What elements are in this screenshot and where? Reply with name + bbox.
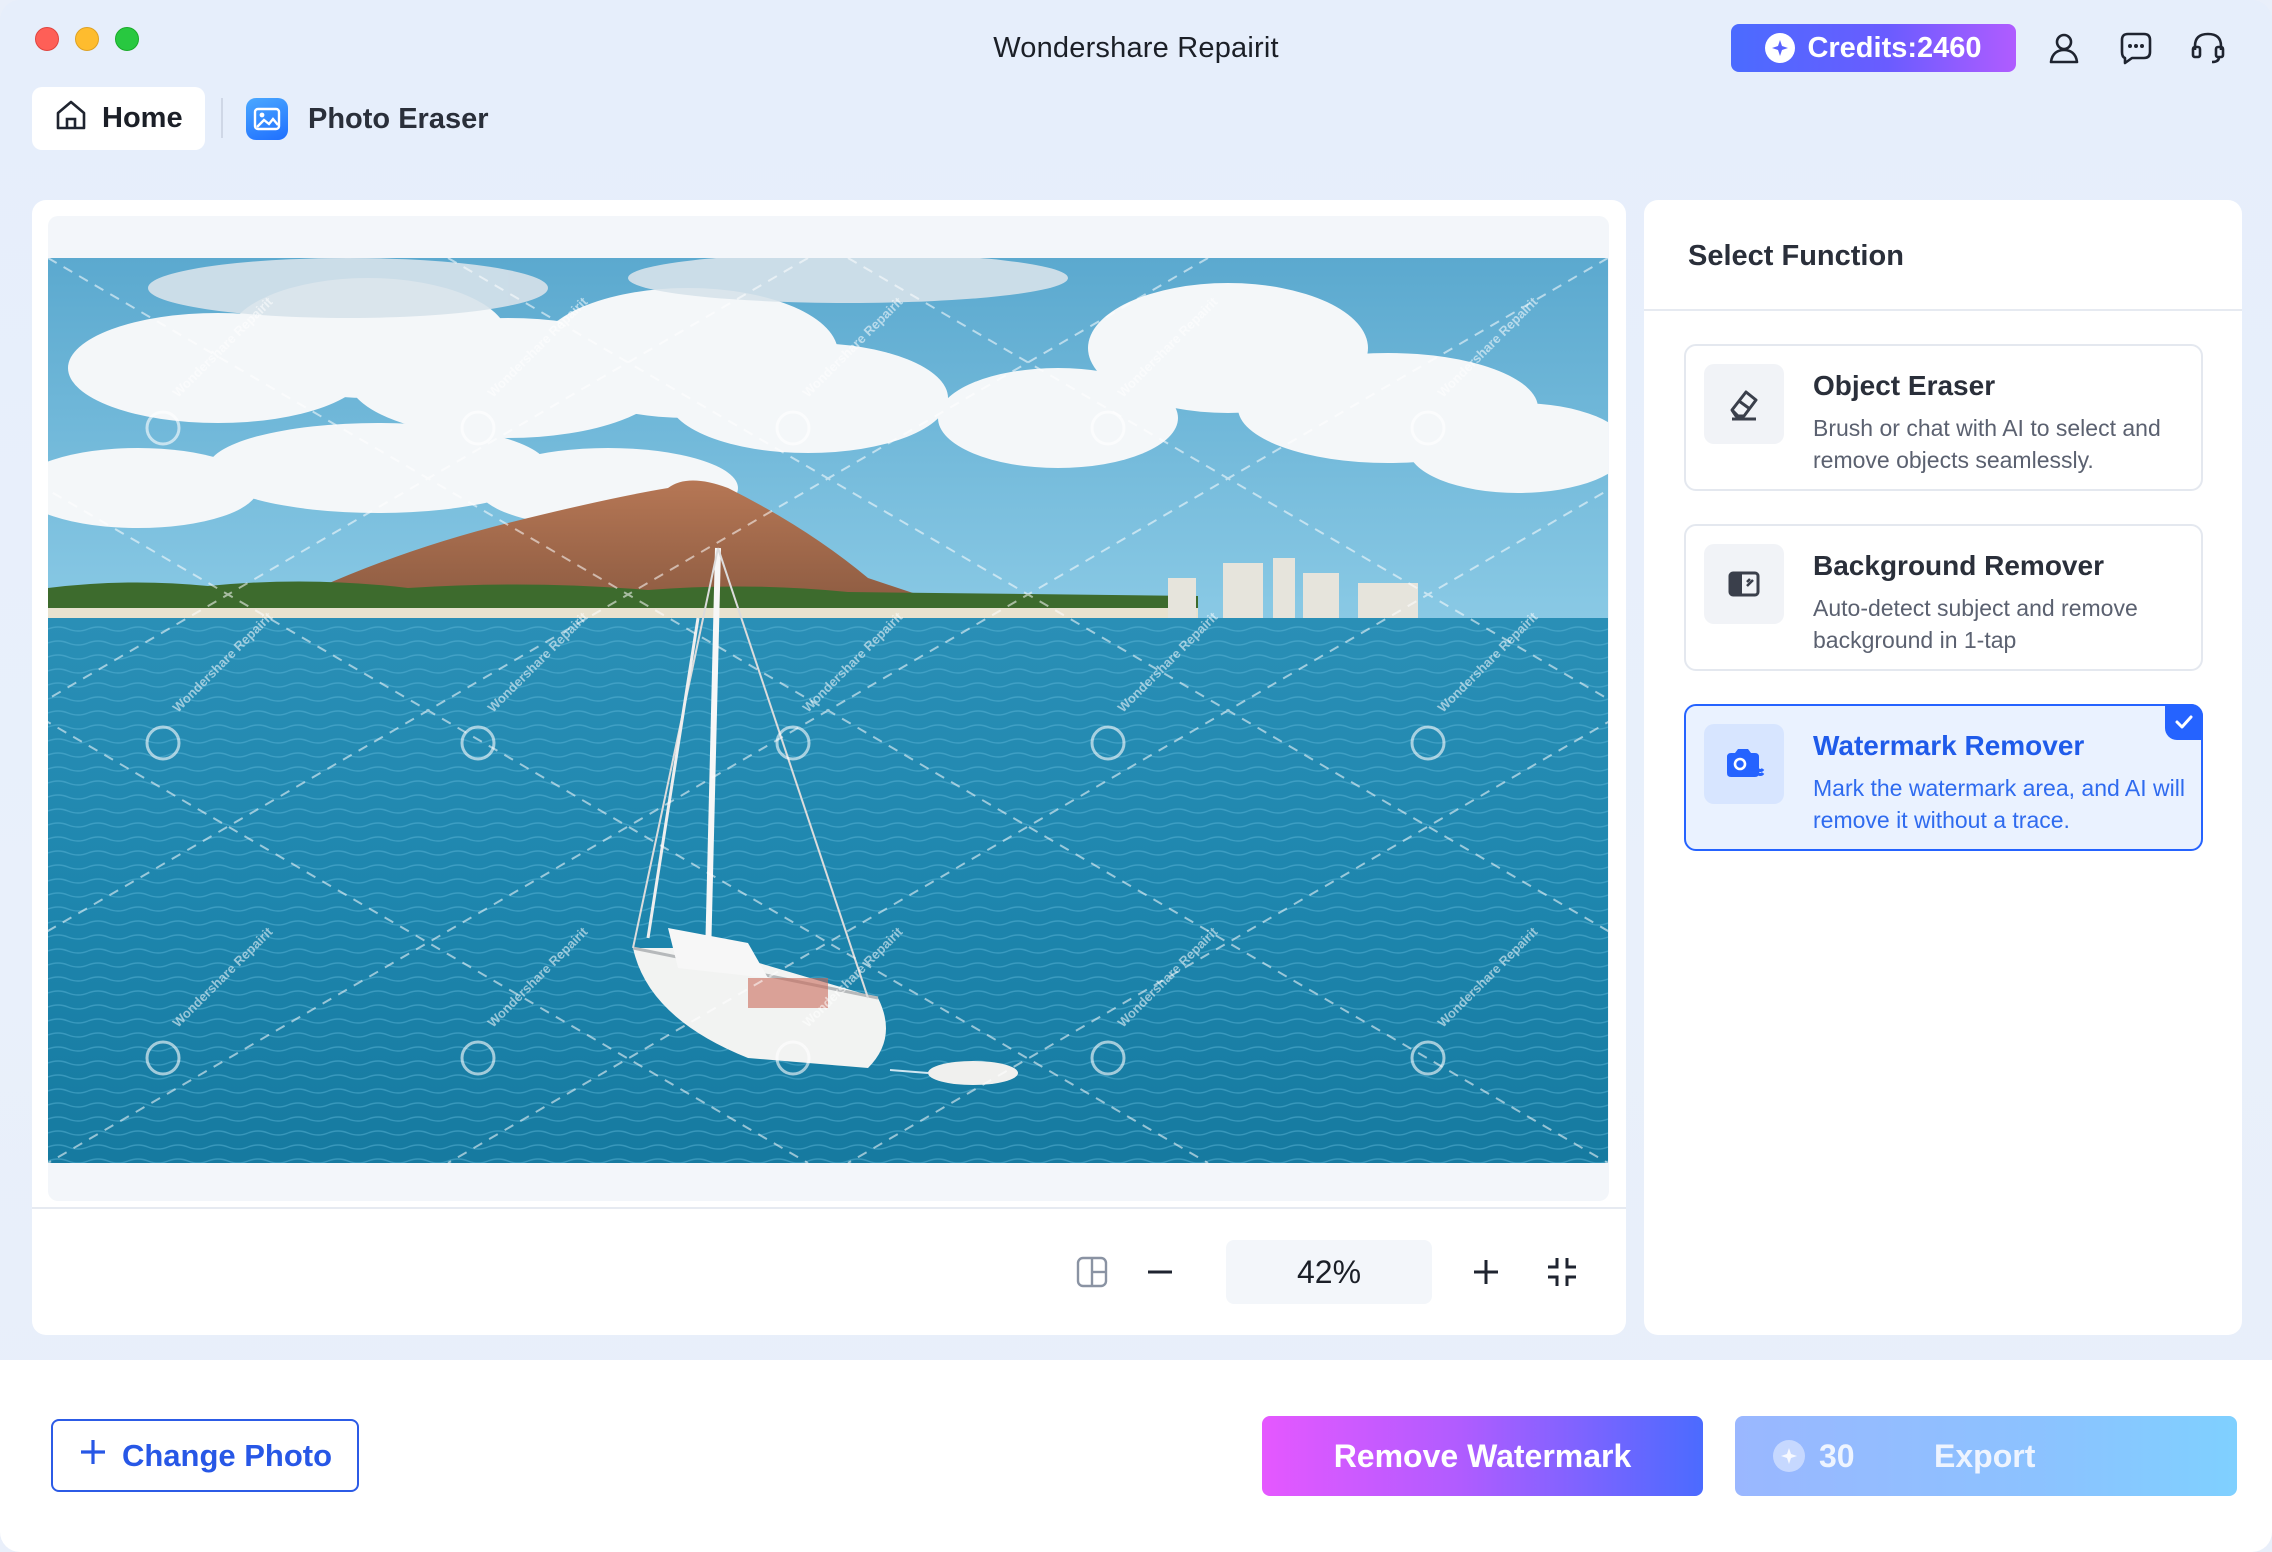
- zoom-out-icon[interactable]: [1140, 1252, 1180, 1292]
- eraser-icon: [1704, 364, 1784, 444]
- function-card-watermark-remover[interactable]: Watermark Remover Mark the watermark are…: [1684, 704, 2203, 851]
- function-name: Watermark Remover: [1813, 730, 2085, 761]
- function-desc: Mark the watermark area, and AI will rem…: [1813, 775, 2185, 833]
- background-remover-icon: [1704, 544, 1784, 624]
- remove-watermark-label: Remove Watermark: [1333, 1437, 1632, 1474]
- change-photo-button[interactable]: Change Photo: [51, 1419, 359, 1492]
- credit-coin-icon: [1773, 1440, 1805, 1472]
- photo-preview[interactable]: Wondershare Repairit Wondershare Repairi…: [48, 258, 1608, 1163]
- footer-bar: Change Photo Remove Watermark 30 Export: [0, 1360, 2272, 1552]
- fit-screen-icon[interactable]: [1542, 1252, 1582, 1292]
- tab-photo-eraser-label: Photo Eraser: [308, 102, 489, 135]
- chat-icon[interactable]: [2116, 28, 2156, 68]
- watermark-remover-icon: [1704, 724, 1784, 804]
- export-label: Export: [1934, 1437, 2036, 1474]
- function-panel-divider: [1644, 309, 2242, 311]
- function-name: Background Remover: [1813, 550, 2104, 581]
- function-panel: Select Function Object Eraser Brush or c…: [1644, 200, 2242, 1335]
- credits-button[interactable]: Credits:2460: [1731, 24, 2016, 72]
- export-cost-value: 30: [1819, 1437, 1855, 1474]
- tab-home-label: Home: [102, 102, 183, 134]
- user-icon[interactable]: [2044, 28, 2084, 68]
- compare-view-icon[interactable]: [1072, 1252, 1112, 1292]
- selected-check-icon: [2165, 704, 2203, 740]
- function-card-object-eraser[interactable]: Object Eraser Brush or chat with AI to s…: [1684, 344, 2203, 491]
- function-desc: Brush or chat with AI to select and remo…: [1813, 415, 2161, 473]
- zoom-level: 42%: [1226, 1240, 1432, 1304]
- remove-watermark-button[interactable]: Remove Watermark: [1262, 1416, 1703, 1496]
- credit-coin-icon: [1765, 33, 1796, 63]
- tab-photo-eraser[interactable]: Photo Eraser: [246, 95, 489, 143]
- function-desc: Auto-detect subject and remove backgroun…: [1813, 595, 2138, 653]
- canvas-panel: Wondershare Repairit Wondershare Repairi…: [32, 200, 1626, 1335]
- photo-image: Wondershare Repairit Wondershare Repairi…: [48, 258, 1608, 1163]
- export-cost: 30: [1773, 1438, 1855, 1475]
- function-panel-title: Select Function: [1688, 240, 1904, 272]
- function-name: Object Eraser: [1813, 370, 1996, 401]
- function-card-background-remover[interactable]: Background Remover Auto-detect subject a…: [1684, 524, 2203, 671]
- home-icon: [54, 98, 88, 140]
- plus-icon: [78, 1437, 108, 1475]
- zoom-in-icon[interactable]: [1466, 1252, 1506, 1292]
- export-button[interactable]: 30 Export: [1735, 1416, 2237, 1496]
- zoom-controls: 42%: [32, 1240, 1626, 1304]
- tab-divider: [221, 98, 223, 138]
- tab-home[interactable]: Home: [32, 87, 205, 150]
- photo-eraser-icon: [246, 98, 288, 140]
- headset-icon[interactable]: [2188, 28, 2228, 68]
- change-photo-label: Change Photo: [121, 1437, 333, 1473]
- canvas-area: Wondershare Repairit Wondershare Repairi…: [48, 216, 1609, 1201]
- toolbar-divider: [32, 1207, 1626, 1209]
- credits-label: Credits:2460: [1807, 31, 1982, 64]
- app-window: Wondershare Repairit Credits:2460 Home P…: [0, 0, 2272, 1552]
